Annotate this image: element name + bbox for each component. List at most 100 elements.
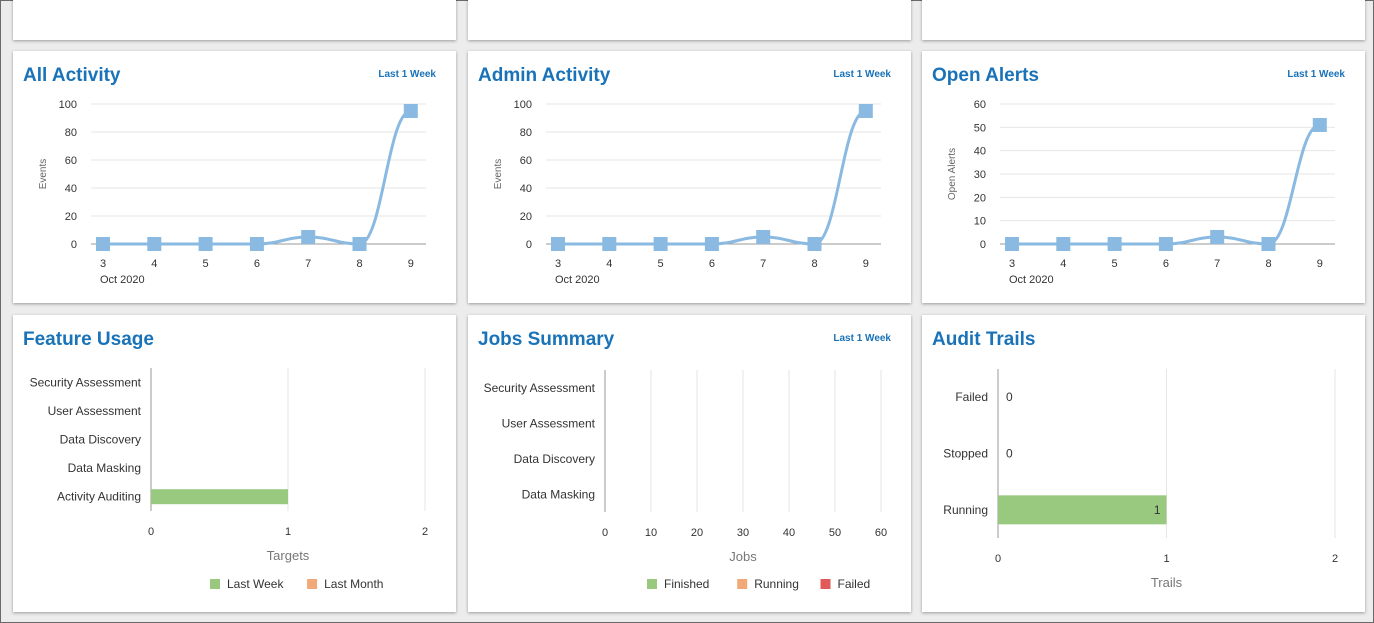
x-tick-label: 0: [148, 526, 154, 538]
x-tick-label: 2: [1332, 553, 1338, 565]
category-label: Data Discovery: [60, 433, 141, 447]
x-tick-label: 5: [658, 258, 664, 270]
y-tick-label: 0: [980, 239, 986, 251]
data-point-marker: [301, 230, 316, 244]
y-tick-label: 60: [65, 155, 77, 167]
admin-activity-card: Admin Activity Last 1 Week 0 20 40 60 80 100 3…: [468, 51, 911, 303]
legend-swatch: [210, 579, 220, 589]
top-card-3: [922, 0, 1365, 40]
y-axis-title: Events: [493, 159, 504, 190]
data-label: 1: [1154, 503, 1161, 517]
data-point-marker: [147, 237, 162, 251]
y-tick-label: 30: [974, 169, 986, 181]
legend-label: Finished: [664, 577, 709, 591]
x-axis-title: Targets: [267, 548, 310, 563]
series-line: [558, 109, 867, 246]
x-tick-label: 8: [811, 258, 817, 270]
y-tick-label: 20: [520, 211, 532, 223]
y-tick-label: 60: [520, 155, 532, 167]
x-tick-label: 6: [254, 258, 260, 270]
data-point-marker: [1261, 237, 1276, 251]
y-tick-label: 20: [974, 192, 986, 204]
y-tick-label: 40: [65, 183, 77, 195]
audit-trails-card: Audit Trails 0 1 2 Trails Failed 0 Stopped 0 Run…: [922, 315, 1365, 612]
legend-label: Running: [754, 577, 799, 591]
x-tick-label: 5: [203, 258, 209, 270]
x-tick-label: 3: [555, 258, 561, 270]
y-tick-label: 80: [520, 127, 532, 139]
data-point-marker: [403, 104, 418, 118]
y-tick-label: 0: [526, 239, 532, 251]
y-tick-label: 50: [974, 122, 986, 134]
data-point-marker: [704, 237, 719, 251]
x-tick-label: 1: [1163, 553, 1169, 565]
x-tick-label: 9: [408, 258, 414, 270]
data-point-marker: [249, 237, 264, 251]
data-point-marker: [1158, 237, 1173, 251]
x-sublabel: Oct 2020: [100, 274, 145, 286]
x-tick-label: 0: [602, 527, 608, 539]
category-label: Failed: [955, 390, 988, 404]
x-tick-label: 8: [356, 258, 362, 270]
legend-swatch: [647, 579, 657, 589]
y-tick-label: 20: [65, 211, 77, 223]
x-tick-label: 5: [1112, 258, 1118, 270]
data-point-marker: [198, 237, 213, 251]
top-card-2: [468, 0, 911, 40]
x-tick-label: 50: [829, 527, 841, 539]
open-alerts-card: Open Alerts Last 1 Week 0 10 20 30 40 50 60 3 4 5…: [922, 51, 1365, 303]
series-line: [1012, 123, 1321, 246]
y-tick-label: 40: [974, 146, 986, 158]
x-tick-label: 6: [1163, 258, 1169, 270]
x-tick-label: 60: [875, 527, 887, 539]
data-point-marker: [551, 237, 565, 251]
x-tick-label: 3: [1009, 258, 1015, 270]
x-tick-label: 7: [305, 258, 311, 270]
bar: [998, 495, 1167, 525]
category-label: Stopped: [943, 447, 988, 461]
data-point-marker: [352, 237, 367, 251]
x-sublabel: Oct 2020: [555, 274, 600, 286]
y-axis-title: Events: [38, 159, 49, 190]
feature-usage-card: Feature Usage 0 1 2 Targets Security Assessm…: [13, 315, 456, 612]
x-tick-label: 10: [645, 527, 657, 539]
all-activity-card: All Activity Last 1 Week 0 20 40 60 80 100 3 4 5…: [13, 51, 456, 303]
data-point-marker: [96, 237, 110, 251]
x-tick-label: 20: [691, 527, 703, 539]
legend-label: Failed: [838, 577, 871, 591]
x-tick-label: 6: [709, 258, 715, 270]
data-point-marker: [1107, 237, 1122, 251]
series-line: [103, 109, 412, 246]
jobs-summary-card: Jobs Summary Last 1 Week 0 10 20 30 40 50 60 Jo…: [468, 315, 911, 612]
y-axis-title: Open Alerts: [947, 148, 958, 200]
y-tick-label: 80: [65, 127, 77, 139]
data-point-marker: [1312, 118, 1327, 132]
x-tick-label: 2: [422, 526, 428, 538]
x-tick-label: 4: [606, 258, 612, 270]
category-label: User Assessment: [502, 416, 596, 430]
data-point-marker: [1056, 237, 1071, 251]
x-tick-label: 7: [760, 258, 766, 270]
x-tick-label: 9: [1317, 258, 1323, 270]
x-tick-label: 30: [737, 527, 749, 539]
x-sublabel: Oct 2020: [1009, 274, 1054, 286]
legend-swatch: [820, 579, 831, 589]
x-tick-label: 9: [863, 258, 869, 270]
y-tick-label: 60: [974, 99, 986, 111]
open-alerts-chart: 0 10 20 30 40 50 60 3 4 5 6 7 8 9 Oct 2020 Open Alerts: [947, 99, 1335, 286]
feature-usage-chart: 0 1 2 Targets Security Assessment User Assess…: [30, 368, 428, 591]
bar: [151, 489, 288, 505]
data-point-marker: [858, 104, 873, 118]
x-tick-label: 8: [1265, 258, 1271, 270]
y-tick-label: 10: [974, 216, 986, 228]
x-tick-label: 4: [1060, 258, 1066, 270]
data-point-marker: [602, 237, 617, 251]
x-tick-label: 3: [100, 258, 106, 270]
x-tick-label: 1: [285, 526, 291, 538]
y-tick-label: 100: [514, 99, 532, 111]
x-tick-label: 0: [995, 553, 1001, 565]
category-label: Security Assessment: [30, 375, 142, 389]
all-activity-chart: 0 20 40 60 80 100 3 4 5 6 7 8 9 Oct 2020 Events: [38, 99, 426, 286]
data-point-marker: [756, 230, 771, 244]
data-label: 0: [1006, 390, 1013, 404]
